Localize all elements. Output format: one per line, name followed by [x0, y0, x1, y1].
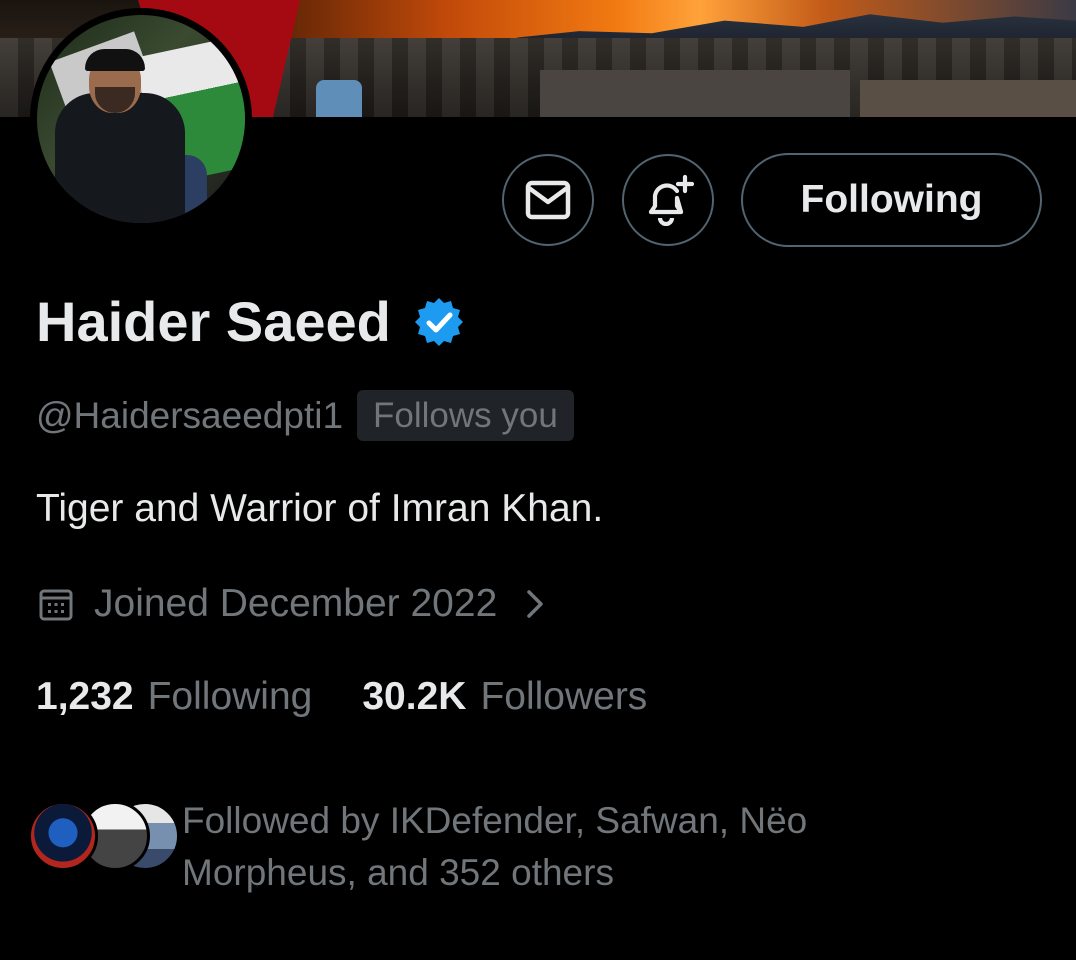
followed-by-line-2: Morpheus, and 352 others	[182, 852, 614, 893]
profile-avatar[interactable]	[30, 8, 252, 230]
calendar-icon	[39, 589, 73, 621]
joined-date: Joined December 2022	[94, 582, 498, 625]
followers-label: Followers	[480, 675, 648, 718]
following-stat[interactable]: 1,232 Following	[36, 675, 312, 719]
verified-badge-icon[interactable]	[413, 296, 465, 348]
joined-date-row[interactable]: Joined December 2022	[38, 582, 549, 626]
avatar-person-cap	[85, 49, 145, 71]
banner-roof	[860, 80, 1076, 117]
follows-you-badge: Follows you	[357, 390, 574, 441]
handle-row: @Haidersaeedpti1 Follows you	[36, 390, 574, 441]
followers-count: 30.2K	[362, 675, 467, 718]
follower-avatar	[28, 801, 98, 871]
envelope-icon	[525, 180, 571, 220]
followers-stat[interactable]: 30.2K Followers	[362, 675, 647, 719]
following-label: Following	[147, 675, 313, 718]
followed-by-line-1: Followed by IKDefender, Safwan, Nëo	[182, 800, 808, 841]
followed-by-text: Followed by IKDefender, Safwan, Nëo Morp…	[182, 795, 902, 899]
notifications-button[interactable]	[622, 154, 714, 246]
chevron-right-icon	[527, 590, 544, 618]
banner-roof	[540, 70, 850, 117]
message-button[interactable]	[502, 154, 594, 246]
profile-handle: @Haidersaeedpti1	[36, 394, 344, 436]
banner-water-tank	[316, 80, 362, 117]
avatar-photo	[37, 15, 245, 223]
profile-bio: Tiger and Warrior of Imran Khan.	[36, 487, 604, 530]
following-count: 1,232	[36, 675, 134, 718]
follow-stats: 1,232 Following 30.2K Followers	[36, 675, 647, 719]
following-button[interactable]: Following	[741, 153, 1042, 247]
profile-name-row: Haider Saeed	[36, 289, 465, 354]
bell-plus-icon	[648, 174, 695, 226]
profile-name: Haider Saeed	[36, 290, 391, 353]
